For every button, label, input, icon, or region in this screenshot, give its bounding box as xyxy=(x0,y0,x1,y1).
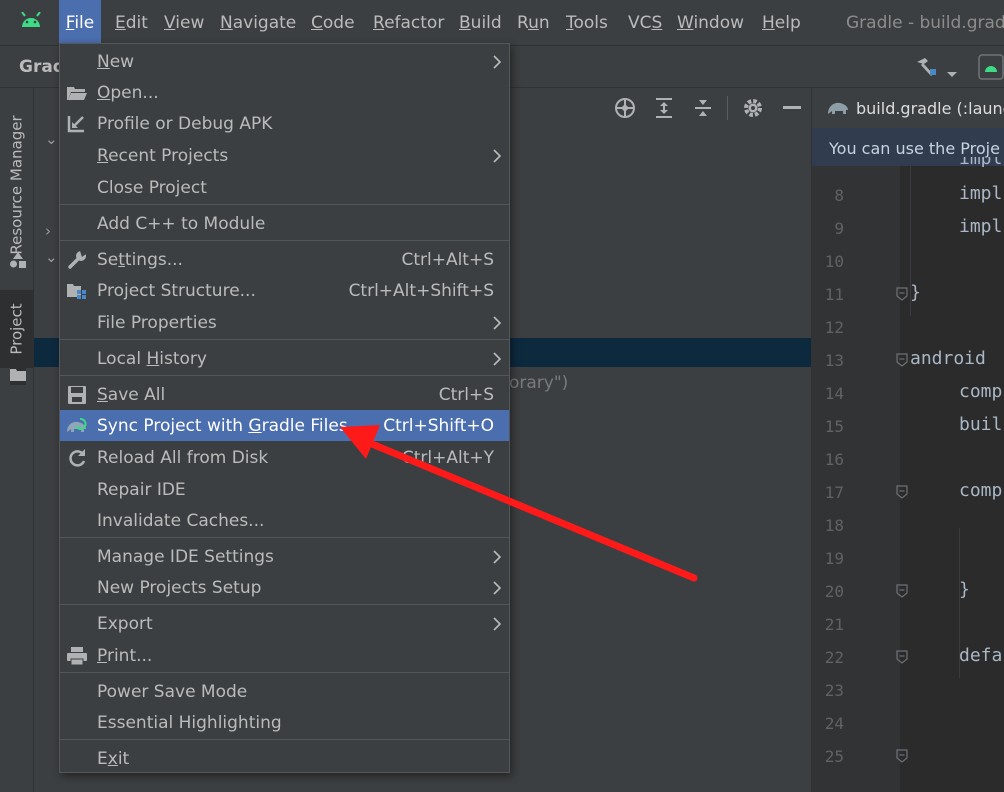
annotation-arrow-shaft xyxy=(368,440,698,582)
annotation-arrow xyxy=(340,425,698,582)
